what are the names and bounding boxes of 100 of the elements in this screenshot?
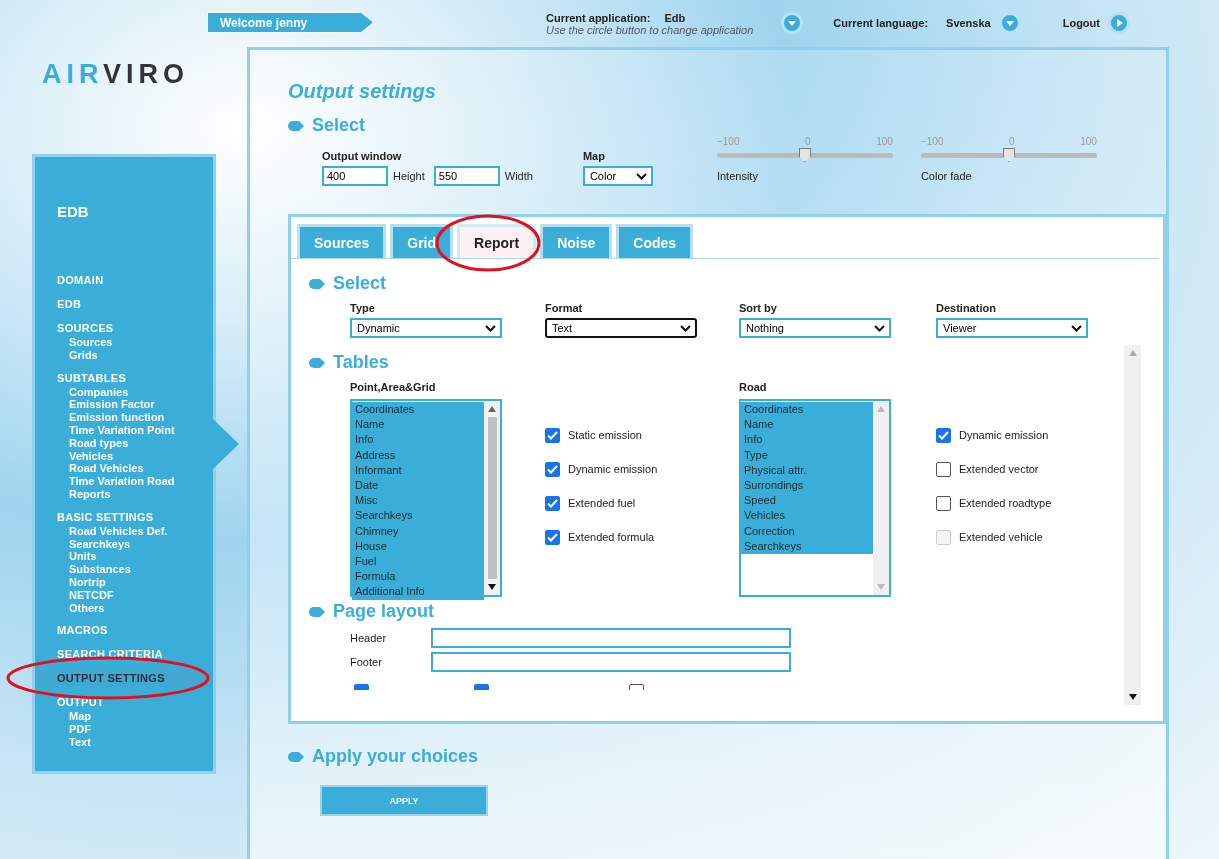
list-item[interactable]: Name — [741, 417, 873, 433]
list-item[interactable]: Additional Info — [352, 584, 484, 600]
sidebar-subitem[interactable]: Reports — [35, 487, 213, 501]
sidebar-subitem[interactable]: Emission function — [35, 411, 213, 424]
sidebar-item[interactable]: DOMAIN — [35, 272, 213, 288]
slider-label: Intensity — [716, 170, 759, 182]
sidebar-subitem[interactable]: Nortrip — [35, 575, 213, 589]
checkbox-label: Extended vector — [959, 463, 1039, 475]
tab[interactable]: Sources — [297, 224, 387, 258]
sidebar-subitem[interactable]: Others — [35, 601, 213, 615]
down-triangle-icon — [788, 19, 797, 27]
dropdown[interactable]: Dynamic — [350, 318, 502, 338]
checkmark-icon — [547, 464, 558, 474]
checkbox[interactable] — [545, 427, 560, 443]
scroll-down-icon[interactable] — [1128, 694, 1137, 700]
tab[interactable]: Grid — [390, 224, 454, 258]
tab[interactable]: Report — [457, 224, 537, 258]
checkbox[interactable] — [936, 461, 951, 477]
sidebar-subitem[interactable]: Text — [35, 735, 213, 749]
list-label: Point,Area&Grid — [350, 381, 437, 393]
list-box[interactable]: Coordinates Name Info Address Informant Date Misc Searchkeys Chimney House Fuel Formula Additional Info — [350, 399, 502, 597]
scroll-down-icon[interactable] — [488, 584, 496, 590]
checkmark-icon — [547, 430, 558, 440]
apply-button[interactable]: APPLY — [320, 785, 488, 816]
welcome-banner: Welcome jenny — [207, 12, 373, 33]
list-item[interactable]: Coordinates — [352, 402, 484, 418]
sidebar-subitem[interactable]: Grids — [35, 348, 213, 362]
language-label: Current language: — [833, 17, 929, 29]
sidebar-subitem[interactable]: Map — [35, 710, 213, 724]
logout-link[interactable]: Logout — [1062, 17, 1100, 29]
list-item[interactable]: Info — [741, 432, 873, 448]
map-dropdown[interactable]: Color — [582, 166, 653, 186]
list-item[interactable]: Misc — [352, 493, 484, 509]
checkbox[interactable] — [936, 427, 951, 443]
checkbox[interactable] — [545, 529, 560, 545]
dropdown-label: Destination — [936, 302, 997, 314]
sidebar-subitem[interactable]: Time Variation Road — [35, 475, 213, 488]
section-heading: Select — [333, 273, 387, 294]
sidebar-subitem[interactable]: Road types — [35, 436, 213, 450]
list-item[interactable]: Speed — [741, 493, 873, 509]
list-label: Road — [739, 381, 768, 393]
checkbox[interactable] — [545, 461, 560, 477]
list-item[interactable]: Date — [352, 478, 484, 494]
list-item[interactable]: Coordinates — [741, 402, 873, 418]
sidebar-subitem[interactable]: Substances — [35, 563, 213, 576]
sidebar-subitem[interactable]: Road Vehicles Def. — [35, 524, 213, 538]
airviro-logo: AIRVIRO — [42, 59, 191, 90]
checkbox-label: Extended formula — [568, 531, 655, 543]
list-item[interactable]: Name — [352, 417, 484, 433]
dropdown[interactable]: Text — [545, 318, 697, 338]
checkbox[interactable] — [936, 495, 951, 511]
checkbox[interactable] — [545, 495, 560, 511]
sidebar-subitem[interactable]: Companies — [35, 385, 213, 399]
field-label: Footer — [350, 656, 383, 668]
section-heading: Apply your choices — [312, 746, 479, 767]
sidebar-subitem[interactable]: Vehicles — [35, 449, 213, 463]
width-label: Width — [504, 170, 533, 182]
sidebar-subitem[interactable]: Road Vehicles — [35, 462, 213, 476]
sidebar-subitem[interactable]: PDF — [35, 723, 213, 736]
sidebar-item[interactable]: EDB — [35, 296, 213, 312]
sidebar-subitem[interactable]: Sources — [35, 336, 213, 349]
text-field[interactable] — [431, 652, 791, 672]
list-item[interactable]: Surrondings — [741, 478, 873, 494]
height-label: Height — [393, 170, 425, 182]
sidebar-subitem[interactable]: Searchkeys — [35, 537, 213, 551]
field-label: Header — [350, 632, 388, 644]
list-box[interactable]: Coordinates Name Info Type Physical attr. Surrondings Speed Vehicles Correction Searchkeys — [739, 399, 891, 597]
map-label: Map — [582, 150, 606, 162]
tab[interactable]: Noise — [540, 224, 613, 258]
height-input[interactable]: 400 — [322, 166, 388, 186]
scrollbar[interactable] — [1124, 345, 1141, 705]
slider-thumb[interactable] — [1002, 148, 1015, 162]
width-input[interactable]: 550 — [433, 166, 500, 186]
sidebar-subitem[interactable]: Units — [35, 550, 213, 564]
slider-min-label: −100 — [920, 136, 944, 147]
list-item[interactable]: Fuel — [352, 554, 484, 570]
sidebar-subitem[interactable]: NETCDF — [35, 588, 213, 602]
dropdown-label: Format — [545, 302, 584, 314]
sidebar-item[interactable]: OUTPUT SETTINGS — [35, 670, 213, 687]
list-item[interactable]: Info — [352, 432, 484, 448]
sidebar-subitem[interactable]: Time Variation Point — [35, 424, 213, 437]
sidebar-subitem[interactable]: Emission Factor — [35, 398, 213, 412]
scrollbar[interactable] — [484, 401, 500, 595]
dropdown[interactable]: Nothing — [739, 318, 891, 338]
list-item[interactable]: Formula — [352, 569, 484, 585]
sidebar-item[interactable]: BASIC SETTINGS — [35, 508, 213, 525]
play-circle-button[interactable] — [1107, 12, 1130, 34]
list-item[interactable]: Searchkeys — [352, 508, 484, 524]
caret-icon — [874, 324, 885, 332]
dropdown[interactable]: Viewer — [936, 318, 1088, 338]
scroll-up-icon[interactable] — [488, 406, 496, 412]
sidebar-item[interactable]: SUBTABLES — [35, 369, 213, 386]
tab[interactable]: Codes — [616, 224, 694, 258]
sidebar-item[interactable]: MACROS — [35, 622, 213, 639]
checkbox-label: Dynamic emission — [568, 463, 658, 475]
slider-thumb[interactable] — [798, 148, 811, 162]
text-field[interactable] — [431, 628, 791, 648]
dropdown-circle-button[interactable] — [781, 12, 804, 34]
sidebar-item[interactable]: SOURCES — [35, 320, 213, 336]
list-item[interactable]: Vehicles — [741, 508, 873, 524]
